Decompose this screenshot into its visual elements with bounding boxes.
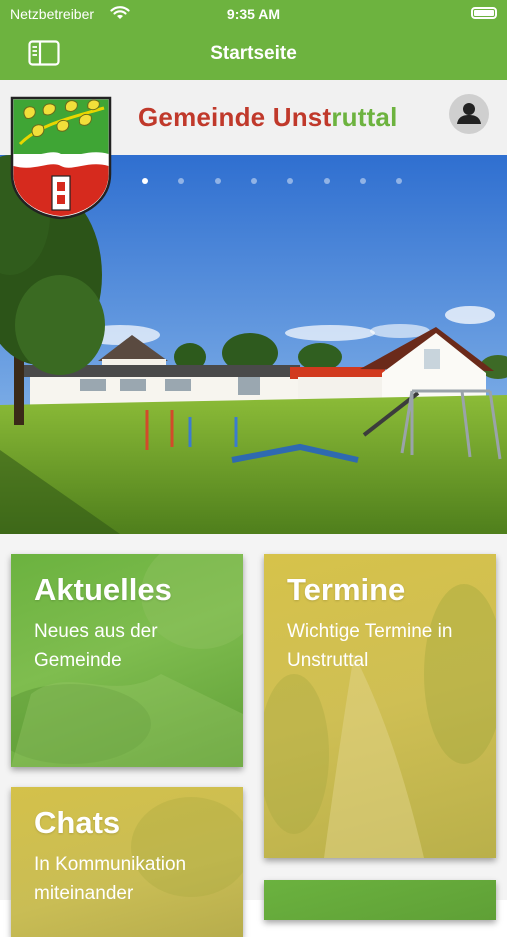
pagination-dot[interactable] bbox=[215, 178, 221, 184]
pagination-dot[interactable] bbox=[396, 178, 402, 184]
profile-button[interactable] bbox=[449, 94, 489, 134]
battery-icon bbox=[471, 7, 497, 19]
brand-name-part-green: ruttal bbox=[331, 102, 398, 132]
pagination-dot[interactable] bbox=[360, 178, 366, 184]
tile-aktuelles[interactable]: Aktuelles Neues aus der Gemeinde bbox=[11, 554, 243, 767]
municipality-name: Gemeinde Unstruttal bbox=[138, 102, 398, 133]
tile-subtitle: Neues aus der Gemeinde bbox=[34, 621, 158, 671]
profile-icon bbox=[457, 103, 481, 124]
tile-title: Chats bbox=[34, 805, 121, 840]
status-bar: Netzbetreiber 9:35 AM bbox=[0, 0, 507, 28]
tile-title: Aktuelles bbox=[34, 572, 172, 607]
pagination-dot[interactable] bbox=[142, 178, 148, 184]
pagination-dot[interactable] bbox=[287, 178, 293, 184]
coat-of-arms-crest bbox=[10, 96, 112, 220]
pagination-dot[interactable] bbox=[178, 178, 184, 184]
tile-termine[interactable]: Termine Wichtige Termine in Unstruttal bbox=[264, 554, 496, 858]
tile-chats[interactable]: Chats In Kommunikation miteinander bbox=[11, 787, 243, 937]
brand-name-part-red: Gemeinde Unst bbox=[138, 102, 332, 132]
pagination-dot[interactable] bbox=[251, 178, 257, 184]
slider-pagination[interactable] bbox=[0, 178, 507, 190]
pagination-dot[interactable] bbox=[324, 178, 330, 184]
tile-title: Termine bbox=[287, 572, 406, 607]
clock: 9:35 AM bbox=[226, 6, 281, 22]
page-title: Startseite bbox=[210, 43, 297, 64]
tile-partial[interactable] bbox=[264, 880, 496, 920]
navigation-bar: Startseite bbox=[0, 28, 507, 80]
tile-subtitle: Wichtige Termine in Unstruttal bbox=[287, 621, 453, 671]
tile-subtitle: In Kommunikation miteinander bbox=[34, 854, 187, 904]
tile-grid: Aktuelles Neues aus der Gemeinde Termine… bbox=[0, 534, 507, 937]
